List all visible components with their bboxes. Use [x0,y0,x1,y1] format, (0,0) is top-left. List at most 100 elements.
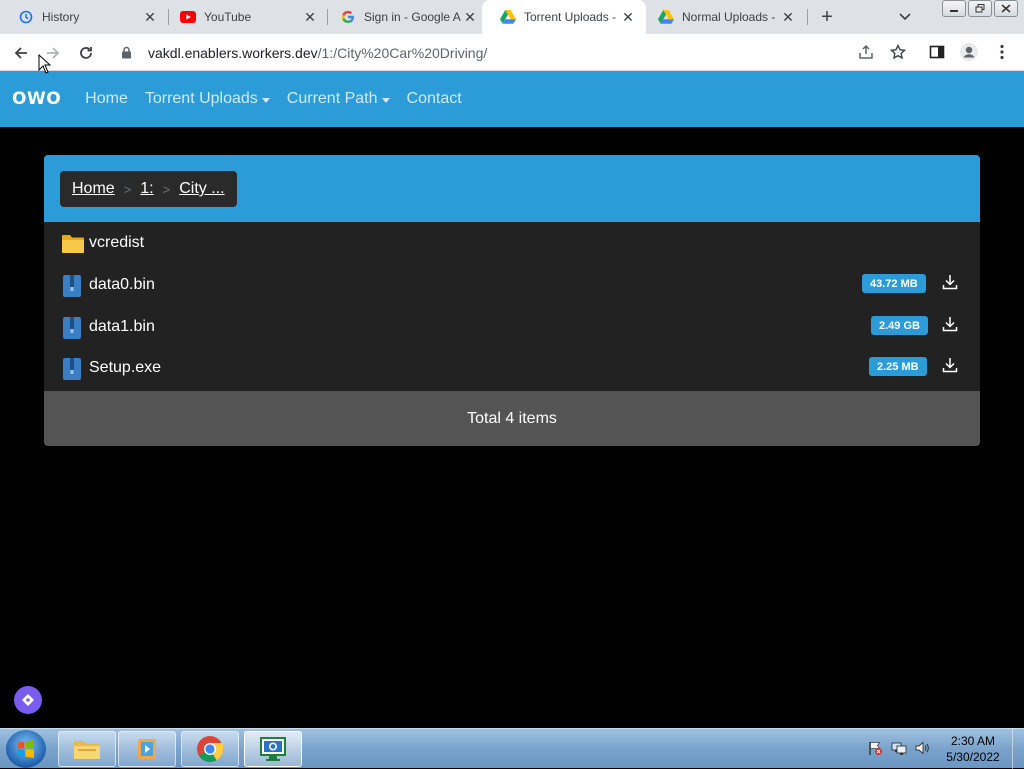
download-icon[interactable] [940,355,960,375]
breadcrumb: Home > 1: > City ... [60,171,237,207]
tab-separator [807,9,808,25]
breadcrumb-separator: > [162,181,171,197]
chrome-icon [197,736,224,762]
close-icon[interactable]: ✕ [462,9,478,25]
history-icon [18,9,34,25]
side-panel-icon[interactable] [925,40,949,64]
browser-toolbar: vakdl.enablers.workers.dev/1:/City%20Car… [0,34,1024,71]
mouse-cursor-icon [38,53,52,79]
item-name[interactable]: data1.bin [89,318,155,336]
item-name[interactable]: data0.bin [89,276,155,294]
new-tab-button[interactable]: + [815,5,839,29]
google-drive-icon [500,9,516,25]
close-icon[interactable]: ✕ [620,9,636,25]
floating-action-button[interactable] [14,686,42,714]
network-icon[interactable] [890,739,908,757]
tab-title: YouTube [204,10,252,24]
file-size-badge: 2.49 GB [871,316,928,335]
nav-torrent-uploads-label: Torrent Uploads [144,90,258,107]
list-item-file[interactable]: data0.bin 43.72 MB [44,264,980,306]
close-window-button[interactable] [994,0,1018,17]
maximize-button[interactable] [968,0,992,17]
list-item-file[interactable]: data1.bin 2.49 GB [44,306,980,348]
url-path: /1:/City%20Car%20Driving/ [317,44,488,61]
file-size-badge: 43.72 MB [862,274,926,293]
tab-normal-uploads[interactable]: Normal Uploads - ✕ [640,0,806,34]
windows-taskbar: 2:30 AM 5/30/2022 [0,728,1024,769]
remote-desktop-icon [260,737,286,761]
nav-home-label: Home [85,90,128,107]
reload-button[interactable] [73,40,99,66]
close-icon[interactable]: ✕ [780,9,796,25]
taskbar-chrome-button[interactable] [181,731,239,767]
file-size-badge: 2.25 MB [869,357,927,376]
taskbar-explorer-button[interactable] [58,731,116,767]
tab-google-signin[interactable]: Sign in - Google A ✕ [322,0,488,34]
profile-avatar-icon[interactable] [957,40,981,64]
close-icon[interactable]: ✕ [302,9,318,25]
window-controls [942,0,1018,17]
site-brand[interactable]: OWO [12,89,61,109]
tab-title: History [42,10,80,24]
nav-home[interactable]: Home [85,90,128,108]
windows-logo-icon [18,740,34,758]
file-list-header: Home > 1: > City ... [44,155,980,222]
tab-title: Normal Uploads - [682,10,776,24]
nav-contact-label: Contact [406,90,462,107]
close-icon[interactable]: ✕ [142,9,158,25]
tab-history[interactable]: History ✕ [0,0,168,34]
browser-menu-icon[interactable] [990,40,1014,64]
url-text: vakdl.enablers.workers.dev/1:/City%20Car… [148,45,487,61]
breadcrumb-current-folder[interactable]: City ... [179,180,224,198]
taskbar-media-player-button[interactable] [118,731,176,767]
breadcrumb-home[interactable]: Home [72,180,115,198]
clock-date: 5/30/2022 [946,750,1000,764]
tab-youtube[interactable]: YouTube ✕ [162,0,328,34]
tab-torrent-uploads[interactable]: Torrent Uploads - ✕ [482,0,646,34]
file-icon [62,317,84,339]
file-icon [62,275,84,297]
caret-down-icon [261,97,270,103]
address-bar[interactable]: vakdl.enablers.workers.dev/1:/City%20Car… [108,38,920,67]
total-items-footer: Total 4 items [44,391,980,446]
lock-icon[interactable] [118,46,134,59]
diamond-icon [22,694,34,706]
action-center-flag-icon[interactable] [866,739,884,757]
share-icon[interactable] [854,40,878,64]
tab-search-chevron-icon[interactable] [895,7,915,27]
tab-title: Torrent Uploads - [524,10,617,24]
nav-current-path-label: Current Path [286,90,378,107]
url-host: vakdl.enablers.workers.dev [148,44,318,61]
taskbar-remote-desktop-button[interactable] [244,731,302,767]
breadcrumb-drive[interactable]: 1: [140,180,153,198]
nav-torrent-uploads-dropdown[interactable]: Torrent Uploads [145,90,270,108]
file-icon [62,358,84,380]
list-item-file[interactable]: Setup.exe 2.25 MB [44,347,980,389]
youtube-icon [180,9,196,25]
caret-down-icon [381,97,390,103]
item-name[interactable]: Setup.exe [89,359,161,377]
google-icon [340,9,356,25]
media-player-icon [138,739,156,759]
bookmark-star-icon[interactable] [886,40,910,64]
show-desktop-button[interactable] [1012,729,1024,769]
folder-icon [62,234,84,254]
system-clock[interactable]: 2:30 AM 5/30/2022 [938,733,1008,765]
browser-tab-strip: History ✕ YouTube ✕ Sign in - Google A ✕… [0,0,1024,34]
download-icon[interactable] [940,272,960,292]
list-item-folder[interactable]: vcredist [44,222,980,264]
file-list: vcredist data0.bin 43.72 MB data1.bin 2.… [44,222,980,391]
back-button[interactable] [8,40,34,66]
breadcrumb-separator: > [123,181,132,197]
item-name[interactable]: vcredist [89,234,144,252]
start-button[interactable] [6,730,46,768]
site-navbar: OWO Home Torrent Uploads Current Path Co… [0,71,1024,127]
volume-icon[interactable] [913,739,931,757]
nav-contact[interactable]: Contact [407,90,462,108]
download-icon[interactable] [940,314,960,334]
clock-time: 2:30 AM [950,734,996,748]
nav-current-path-dropdown[interactable]: Current Path [287,90,390,108]
google-drive-icon [658,9,674,25]
minimize-button[interactable] [942,0,966,17]
tab-title: Sign in - Google A [364,10,461,24]
